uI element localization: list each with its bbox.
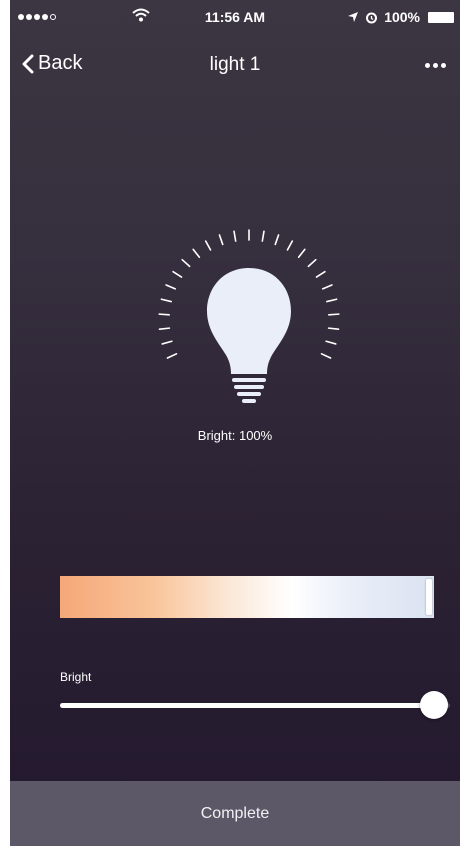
brightness-tick bbox=[325, 340, 337, 345]
battery-percent: 100% bbox=[384, 9, 420, 25]
brightness-tick bbox=[158, 313, 170, 316]
light-bulb-icon bbox=[207, 268, 291, 374]
bulb-graphic bbox=[158, 229, 340, 403]
brightness-tick bbox=[181, 258, 191, 268]
brightness-tick bbox=[218, 234, 224, 246]
light-control-screen: 11:56 AM 100% Back light 1 Bright: 100% … bbox=[10, 0, 460, 846]
brightness-tick bbox=[326, 298, 338, 303]
back-label: Back bbox=[38, 52, 83, 74]
brightness-tick bbox=[160, 298, 172, 303]
back-button[interactable]: Back bbox=[22, 52, 82, 75]
more-options-button[interactable] bbox=[418, 52, 452, 78]
brightness-tick bbox=[307, 258, 317, 268]
brightness-tick bbox=[166, 353, 178, 359]
brightness-tick bbox=[192, 248, 201, 259]
brightness-tick bbox=[261, 230, 265, 242]
brightness-tick bbox=[297, 248, 306, 259]
brightness-tick bbox=[165, 284, 177, 290]
brightness-tick bbox=[161, 340, 173, 345]
brightness-slider[interactable] bbox=[60, 690, 450, 720]
brightness-tick bbox=[328, 313, 340, 316]
brightness-tick bbox=[320, 353, 332, 359]
location-arrow-icon bbox=[348, 12, 359, 22]
brightness-tick bbox=[274, 234, 280, 246]
brightness-slider-label: Bright bbox=[60, 670, 92, 684]
color-temperature-handle[interactable] bbox=[426, 579, 432, 615]
complete-button[interactable]: Complete bbox=[10, 781, 460, 846]
chevron-left-icon bbox=[22, 54, 34, 73]
brightness-slider-fill bbox=[60, 703, 435, 708]
brightness-tick bbox=[286, 240, 294, 251]
brightness-tick bbox=[172, 270, 183, 278]
more-dot bbox=[440, 62, 446, 68]
bulb-base-ring bbox=[234, 385, 264, 389]
color-temperature-bar[interactable] bbox=[60, 576, 434, 618]
bulb-visual bbox=[134, 210, 364, 410]
navigation-bar: Back light 1 bbox=[10, 46, 460, 86]
battery-icon bbox=[428, 11, 454, 23]
status-right-group: 100% bbox=[347, 9, 454, 25]
brightness-readout: Bright: 100% bbox=[197, 428, 273, 443]
alarm-icon bbox=[366, 12, 378, 23]
status-bar: 11:56 AM 100% bbox=[10, 0, 460, 40]
brightness-slider-track bbox=[60, 703, 450, 708]
brightness-tick bbox=[158, 327, 171, 330]
bulb-base-tip bbox=[242, 399, 256, 403]
more-dot bbox=[424, 62, 430, 68]
brightness-tick bbox=[327, 327, 340, 330]
brightness-slider-thumb[interactable] bbox=[420, 691, 449, 719]
bulb-base-ring bbox=[232, 378, 266, 382]
brightness-tick bbox=[321, 284, 333, 290]
bulb-base-ring bbox=[237, 392, 261, 396]
brightness-tick bbox=[233, 230, 237, 242]
more-dot bbox=[432, 62, 438, 68]
brightness-tick bbox=[315, 270, 326, 278]
brightness-tick bbox=[204, 240, 212, 251]
